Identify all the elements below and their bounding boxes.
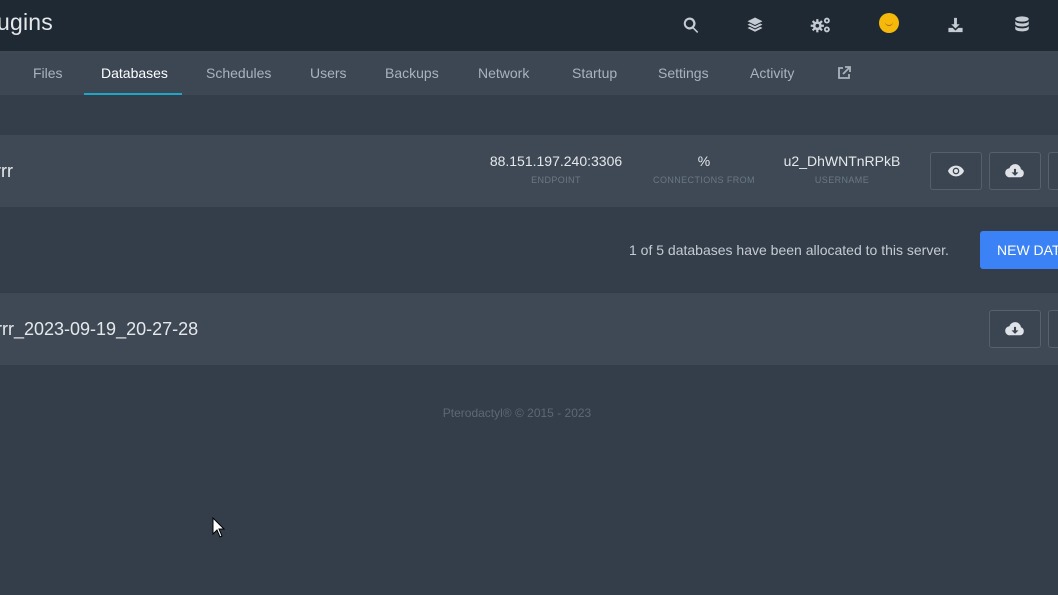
tab-users[interactable]: Users	[310, 51, 347, 95]
username-field: u2_DhWNTnRPkB USERNAME	[780, 153, 904, 185]
username-label: USERNAME	[814, 175, 870, 185]
mouse-cursor-icon	[212, 517, 226, 538]
avatar[interactable]	[879, 13, 899, 33]
backup-name: rrr_2023-09-19_20-27-28	[0, 319, 199, 339]
database-row: rrr 88.151.197.240:3306 ENDPOINT % CONNE…	[0, 135, 1058, 207]
connections-field: % CONNECTIONS FROM	[648, 153, 760, 185]
download-backup-button[interactable]	[989, 310, 1041, 348]
cloud-download-icon	[1005, 164, 1024, 178]
cloud-download-icon	[1005, 322, 1024, 336]
connections-label: CONNECTIONS FROM	[653, 175, 755, 185]
new-database-button[interactable]: NEW DATABASE	[980, 231, 1058, 269]
tab-activity[interactable]: Activity	[750, 51, 794, 95]
tab-databases[interactable]: Databases	[101, 51, 168, 95]
cogs-icon[interactable]	[807, 11, 835, 39]
endpoint-value: 88.151.197.240:3306	[489, 153, 623, 169]
top-bar: ugins	[0, 0, 1058, 51]
delete-database-button[interactable]	[1048, 152, 1058, 190]
server-nav: Files Databases Schedules Users Backups …	[0, 51, 1058, 95]
allocation-text: 1 of 5 databases have been allocated to …	[629, 242, 949, 258]
tab-startup[interactable]: Startup	[572, 51, 617, 95]
server-title[interactable]: ugins	[0, 9, 53, 36]
view-details-button[interactable]	[930, 152, 982, 190]
tab-settings[interactable]: Settings	[658, 51, 709, 95]
eye-icon	[948, 165, 964, 177]
endpoint-field: 88.151.197.240:3306 ENDPOINT	[487, 153, 625, 185]
tab-network[interactable]: Network	[478, 51, 529, 95]
username-value: u2_DhWNTnRPkB	[783, 153, 901, 169]
endpoint-label: ENDPOINT	[531, 175, 581, 185]
database-name: rrr	[0, 161, 13, 181]
layers-icon[interactable]	[741, 11, 769, 39]
database-icon[interactable]	[1008, 11, 1036, 39]
download-database-button[interactable]	[989, 152, 1041, 190]
tab-schedules[interactable]: Schedules	[206, 51, 271, 95]
tab-backups[interactable]: Backups	[385, 51, 439, 95]
backup-options-button[interactable]	[1048, 310, 1058, 348]
tab-files[interactable]: Files	[33, 51, 63, 95]
connections-value: %	[697, 153, 711, 169]
external-link-icon[interactable]	[836, 65, 852, 81]
backup-row: rrr_2023-09-19_20-27-28	[0, 293, 1058, 365]
active-tab-indicator	[84, 93, 182, 95]
footer-copyright[interactable]: Pterodactyl® © 2015 - 2023	[0, 406, 1034, 420]
download-icon[interactable]	[941, 11, 969, 39]
search-icon[interactable]	[677, 11, 705, 39]
